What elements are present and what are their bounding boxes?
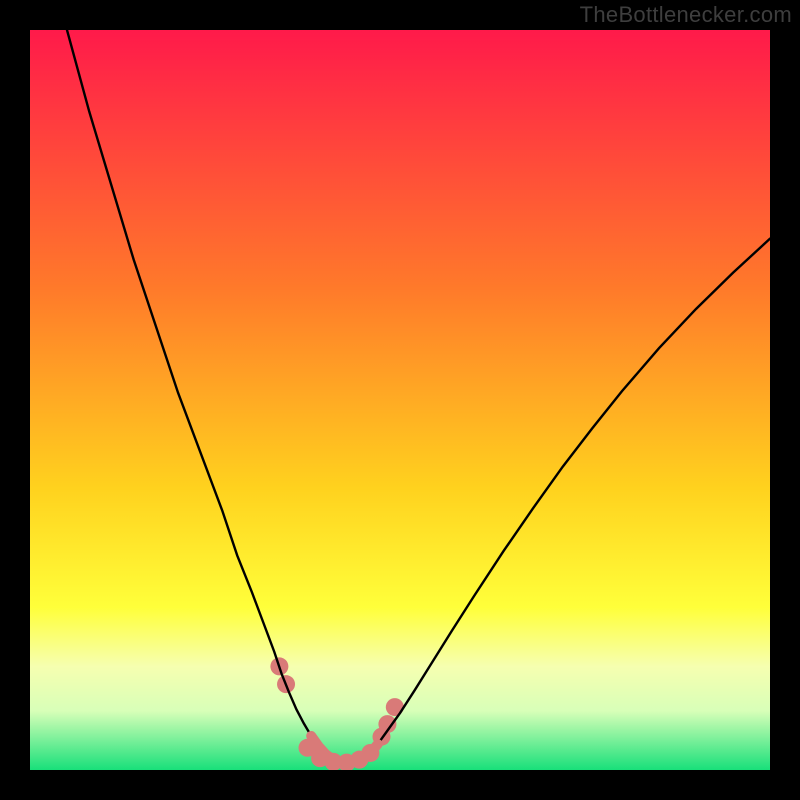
plot-area (30, 30, 770, 770)
chart-frame: TheBottlenecker.com (0, 0, 800, 800)
background-gradient (30, 30, 770, 770)
bottleneck-chart (30, 30, 770, 770)
watermark-text: TheBottlenecker.com (580, 2, 792, 28)
